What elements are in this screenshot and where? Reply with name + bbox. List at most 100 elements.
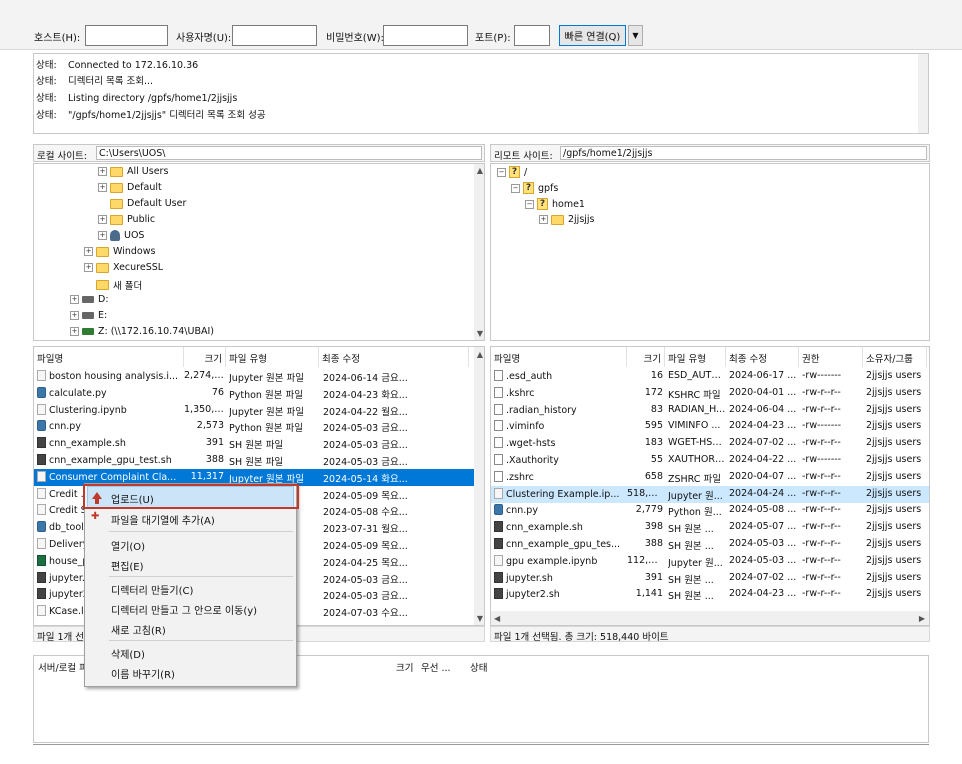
host-input[interactable] bbox=[85, 25, 168, 46]
folder-icon bbox=[110, 182, 123, 193]
log-scrollbar[interactable] bbox=[918, 54, 928, 133]
local-tree-scrollbar[interactable] bbox=[474, 164, 484, 340]
local-directory-tree[interactable]: + All Users + Default Default User + Public… bbox=[33, 163, 485, 341]
user-input[interactable] bbox=[232, 25, 317, 46]
table-row[interactable]: cnn_example.sh 391 SH 원본 파일 2024-05-03 금요..… bbox=[34, 435, 484, 452]
menu-item-open[interactable]: 열기(O) bbox=[111, 538, 145, 553]
table-row[interactable]: boston housing analysis.i...2,274,019Jup… bbox=[34, 368, 484, 385]
tree-item[interactable]: + Default bbox=[98, 182, 162, 193]
menu-item-mkdir-enter[interactable]: 디렉터리 만들고 그 안으로 이동(y) bbox=[111, 602, 257, 617]
folder-icon bbox=[96, 246, 109, 257]
table-row[interactable]: calculate.py 76 Python 원본 파일 2024-04-23 화요.… bbox=[34, 385, 484, 402]
tree-item[interactable]: + Public bbox=[98, 214, 155, 225]
tree-item[interactable]: + UOS bbox=[98, 230, 144, 241]
column-header-modified[interactable]: 최종 수정 bbox=[319, 347, 469, 367]
remote-directory-tree[interactable]: −? / −? gpfs −? home1 +2jjsjjs bbox=[490, 163, 930, 341]
scroll-left-icon[interactable]: ◀ bbox=[494, 614, 500, 623]
folder-icon bbox=[110, 166, 123, 177]
file-icon bbox=[37, 487, 46, 499]
table-row[interactable]: jupyter.sh 391 SH 원본 ... 2024-07-02 ... -rw-… bbox=[491, 570, 929, 587]
tree-item[interactable]: −? home1 bbox=[525, 198, 585, 210]
tree-item[interactable]: + XecureSSL bbox=[84, 262, 163, 273]
tree-item[interactable]: 새 폴더 bbox=[96, 278, 142, 292]
local-list-scrollbar[interactable] bbox=[474, 347, 484, 625]
column-header-size[interactable]: 크기 bbox=[627, 347, 665, 367]
column-header-type[interactable]: 파일 유형 bbox=[226, 347, 319, 367]
menu-item-refresh[interactable]: 새로 고침(R) bbox=[111, 622, 166, 637]
password-label: 비밀번호(W): bbox=[326, 33, 384, 44]
scroll-up-icon[interactable]: ▲ bbox=[477, 166, 483, 175]
queue-column-server[interactable]: 서버/로컬 파 bbox=[38, 660, 88, 674]
upload-highlight-box bbox=[83, 484, 299, 509]
scroll-up-icon[interactable]: ▲ bbox=[477, 350, 483, 359]
column-header-name[interactable]: 파일명 bbox=[491, 347, 627, 367]
tree-item[interactable]: +2jjsjjs bbox=[539, 214, 595, 225]
column-header-modified[interactable]: 최종 수정 bbox=[726, 347, 799, 367]
table-row[interactable]: .wget-hsts 183 WGET-HST... 2024-07-02 ... -r… bbox=[491, 435, 929, 452]
local-path-input[interactable]: C:\Users\UOS\ bbox=[96, 146, 482, 160]
tree-item[interactable]: Default User bbox=[110, 198, 186, 209]
table-row[interactable]: .radian_history 83 RADIAN_H... 2024-06-04 .… bbox=[491, 402, 929, 419]
tree-item[interactable]: + All Users bbox=[98, 166, 168, 177]
tree-item[interactable]: + Windows bbox=[84, 246, 155, 257]
file-icon bbox=[37, 386, 46, 398]
file-icon bbox=[37, 521, 46, 533]
column-header-type[interactable]: 파일 유형 bbox=[665, 347, 726, 367]
column-header-size[interactable]: 크기 bbox=[184, 347, 226, 367]
file-icon bbox=[37, 504, 46, 516]
tree-item[interactable]: −? gpfs bbox=[511, 182, 558, 194]
table-row[interactable]: .esd_auth 16 ESD_AUTH... 2024-06-17 ... -rw-… bbox=[491, 368, 929, 385]
menu-item-add-queue[interactable]: 파일을 대기열에 추가(A) bbox=[111, 512, 215, 527]
file-icon bbox=[494, 554, 503, 566]
queue-column-status[interactable]: 상태 bbox=[470, 660, 487, 674]
table-row[interactable]: cnn.py 2,779 Python 원... 2024-05-08 ... -rw-… bbox=[491, 502, 929, 519]
table-row[interactable]: .Xauthority 55 XAUTHORI... 2024-04-22 ... -r… bbox=[491, 452, 929, 469]
tree-item[interactable]: −? / bbox=[497, 166, 527, 178]
scroll-down-icon[interactable]: ▼ bbox=[477, 614, 483, 623]
quickconnect-button[interactable]: 빠른 연결(Q) bbox=[559, 25, 626, 46]
folder-icon bbox=[110, 198, 123, 209]
table-row[interactable]: cnn_example_gpu_test.sh 388 SH 원본 파일 2024-0… bbox=[34, 452, 484, 469]
tree-item[interactable]: + E: bbox=[70, 310, 107, 321]
queue-column-priority[interactable]: 우선 ... bbox=[421, 660, 451, 674]
folder-icon bbox=[96, 280, 109, 290]
menu-item-edit[interactable]: 편집(E) bbox=[111, 558, 144, 573]
column-header-owner[interactable]: 소유자/그룹 bbox=[863, 347, 927, 367]
menu-item-mkdir[interactable]: 디렉터리 만들기(C) bbox=[111, 582, 193, 597]
column-header-name[interactable]: 파일명 bbox=[34, 347, 184, 367]
remote-site-bar: 리모트 사이트: /gpfs/home1/2jjsjjs bbox=[490, 144, 930, 162]
table-row[interactable]: cnn_example.sh 398 SH 원본 ... 2024-05-07 ...… bbox=[491, 519, 929, 536]
table-row[interactable]: cnn_example_gpu_tes... 388 SH 원본 ... 2024-0… bbox=[491, 536, 929, 553]
file-icon bbox=[37, 403, 46, 415]
table-row[interactable]: Clustering Example.ip... 518,440 Jupyter 원… bbox=[491, 485, 929, 503]
table-row[interactable]: .viminfo 595 VIMINFO ... 2024-04-23 ... -rw-… bbox=[491, 418, 929, 435]
quickconnect-dropdown[interactable]: ▼ bbox=[628, 25, 643, 46]
port-input[interactable] bbox=[514, 25, 550, 46]
message-log[interactable]: 상태: Connected to 172.16.10.36 상태: 디렉터리 목록 … bbox=[33, 53, 929, 134]
column-header-permissions[interactable]: 권한 bbox=[799, 347, 863, 367]
tree-item[interactable]: + D: bbox=[70, 294, 109, 305]
file-icon bbox=[494, 521, 503, 533]
password-input[interactable] bbox=[383, 25, 468, 46]
table-row[interactable]: jupyter2.sh 1,141 SH 원본 ... 2024-04-23 ... -… bbox=[491, 586, 929, 603]
table-row[interactable]: Clustering.ipynb1,350,246Jupyter 원본 파일20… bbox=[34, 402, 484, 419]
remote-path-input[interactable]: /gpfs/home1/2jjsjjs bbox=[560, 146, 927, 160]
table-row[interactable]: .zshrc 658 ZSHRC 파일 2020-04-07 ... -rw-r--r-… bbox=[491, 469, 929, 486]
local-site-bar: 로컬 사이트: C:\Users\UOS\ bbox=[33, 144, 485, 162]
file-icon bbox=[37, 370, 46, 381]
folder-icon bbox=[110, 214, 123, 225]
scroll-down-icon[interactable]: ▼ bbox=[477, 329, 483, 338]
folder-icon bbox=[551, 214, 564, 225]
table-row[interactable]: gpu example.ipynb 112,756 Jupyter 원... 2024… bbox=[491, 553, 929, 570]
scroll-right-icon[interactable]: ▶ bbox=[919, 614, 925, 623]
remote-site-label: 리모트 사이트: bbox=[494, 151, 553, 162]
menu-item-delete[interactable]: 삭제(D) bbox=[111, 646, 145, 661]
file-icon bbox=[494, 487, 503, 499]
table-row[interactable]: .kshrc 172 KSHRC 파일 2020-04-01 ... -rw-r--r-… bbox=[491, 385, 929, 402]
table-row[interactable]: cnn.py 2,573 Python 원본 파일 2024-05-03 금요... bbox=[34, 418, 484, 435]
menu-item-rename[interactable]: 이름 바꾸기(R) bbox=[111, 666, 175, 681]
remote-file-list[interactable]: 파일명 크기 파일 유형 최종 수정 권한 소유자/그룹 .esd_auth 16… bbox=[490, 346, 930, 626]
queue-column-size[interactable]: 크기 bbox=[396, 660, 413, 674]
remote-horizontal-scrollbar[interactable] bbox=[491, 611, 929, 625]
tree-item[interactable]: + Z: (\\172.16.10.74\UBAI) bbox=[70, 326, 214, 337]
